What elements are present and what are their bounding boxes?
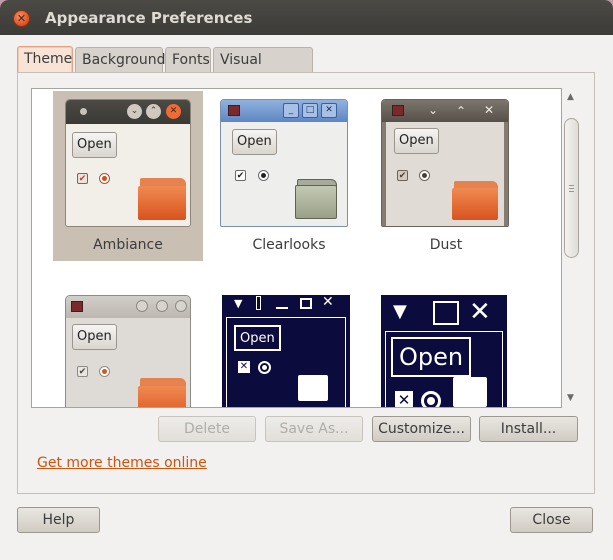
close-icon: ✕	[166, 104, 181, 119]
maximize-icon: □	[302, 103, 318, 118]
folder-icon	[298, 375, 328, 401]
checkbox-icon: ✔	[397, 170, 408, 181]
theme-name-ambiance: Ambiance	[93, 237, 163, 253]
theme-tile-dust[interactable]: ⌄ ⌃ ✕ Open ✔ Dust	[371, 91, 521, 261]
theme-preview: ⌄ ⌃ ✕ Open ✔	[381, 99, 509, 227]
theme-icon-view[interactable]: ⌄ ⌃ ✕ Open ✔ Ambiance _ □ ✕ Open ✔ Clear…	[31, 88, 562, 408]
preview-titlebar	[66, 296, 190, 318]
preview-open-button: Open	[394, 128, 439, 154]
maximize-icon: ⌃	[146, 104, 161, 119]
menu-icon: ▼	[234, 297, 243, 310]
close-icon: ✕	[322, 295, 334, 310]
maximize-icon	[433, 301, 459, 325]
theme-preview: ▼ ✕ Open ✕	[222, 295, 350, 407]
preview-titlebar: ⌄ ⌃ ✕	[382, 100, 508, 122]
minimize-icon	[136, 300, 148, 312]
preview-open-button: Open	[234, 325, 281, 351]
preview-app-icon	[228, 105, 240, 116]
theme-tile-clearlooks[interactable]: _ □ ✕ Open ✔ Clearlooks	[214, 91, 364, 261]
minimize-icon	[276, 307, 288, 309]
checkbox-icon: ✔	[77, 173, 88, 184]
folder-icon	[453, 377, 487, 407]
tab-fonts[interactable]: Fonts	[165, 47, 211, 73]
checkbox-icon: ✔	[235, 170, 246, 181]
tab-theme[interactable]: Theme	[17, 46, 73, 73]
scroll-up-icon[interactable]: ▲	[567, 92, 574, 102]
preview-app-icon	[392, 105, 404, 116]
save-as-button[interactable]: Save As...	[265, 416, 363, 442]
theme-preview: ▼ ✕ Open ✕	[381, 295, 507, 407]
theme-name-dust: Dust	[429, 237, 463, 253]
preview-open-button: Open	[232, 129, 277, 155]
theme-preview: Open ✔	[65, 295, 191, 407]
preview-titlebar: ⌄ ⌃ ✕	[66, 100, 190, 124]
theme-preview: _ □ ✕ Open ✔	[220, 99, 348, 227]
customize-button[interactable]: Customize...	[372, 416, 471, 442]
delete-button[interactable]: Delete	[158, 416, 256, 442]
close-icon: ✕	[321, 103, 337, 118]
minimize-icon: ⌄	[428, 103, 439, 117]
tab-visual-effects[interactable]: Visual Effects	[213, 47, 313, 92]
theme-list-scrollbar[interactable]: ▲ ▼	[562, 88, 582, 408]
preview-open-button: Open	[72, 132, 117, 158]
close-icon: ✕	[484, 103, 495, 117]
install-button[interactable]: Install...	[479, 416, 578, 442]
scroll-down-icon[interactable]: ▼	[567, 393, 574, 403]
window-close-icon[interactable]: ✕	[13, 10, 30, 27]
checkbox-icon: ✔	[77, 366, 88, 377]
maximize-icon	[156, 300, 168, 312]
maximize-icon: ⌃	[456, 104, 467, 118]
radio-icon	[258, 170, 269, 181]
radio-icon	[99, 173, 110, 184]
scrollbar-thumb[interactable]	[564, 118, 579, 258]
get-more-themes-link[interactable]: Get more themes online	[37, 455, 207, 471]
checkbox-icon: ✕	[238, 361, 250, 373]
title-bar: ✕ Appearance Preferences	[0, 0, 613, 35]
radio-icon	[99, 366, 110, 377]
checkbox-icon: ✕	[395, 391, 413, 407]
preview-open-button: Open	[391, 337, 472, 377]
menu-icon: ▼	[393, 301, 407, 322]
radio-icon	[419, 170, 430, 181]
preview-titlebar: _ □ ✕	[221, 100, 347, 122]
theme-tile-ambiance[interactable]: ⌄ ⌃ ✕ Open ✔ Ambiance	[53, 91, 203, 261]
theme-tile-5[interactable]: ▼ ✕ Open ✕	[214, 287, 364, 407]
tab-background[interactable]: Background	[75, 47, 166, 73]
close-icon	[175, 300, 187, 312]
theme-tile-4[interactable]: Open ✔	[53, 287, 203, 407]
close-icon: ✕	[469, 297, 491, 327]
appearance-preferences-window: ✕ Appearance Preferences Theme Backgroun…	[0, 0, 613, 560]
maximize-icon	[300, 298, 312, 309]
minimize-icon: _	[283, 103, 299, 118]
help-button[interactable]: Help	[17, 507, 100, 533]
window-title: Appearance Preferences	[45, 9, 253, 27]
radio-icon	[421, 391, 441, 407]
close-button[interactable]: Close	[510, 507, 593, 533]
preview-app-icon	[80, 108, 87, 115]
theme-name-clearlooks: Clearlooks	[252, 237, 326, 253]
theme-preview: ⌄ ⌃ ✕ Open ✔	[65, 99, 191, 227]
minimize-icon: ⌄	[127, 104, 142, 119]
preview-open-button: Open	[72, 324, 117, 350]
theme-tile-6[interactable]: ▼ ✕ Open ✕	[371, 287, 521, 407]
radio-icon	[258, 361, 271, 374]
preview-app-icon	[71, 301, 83, 312]
